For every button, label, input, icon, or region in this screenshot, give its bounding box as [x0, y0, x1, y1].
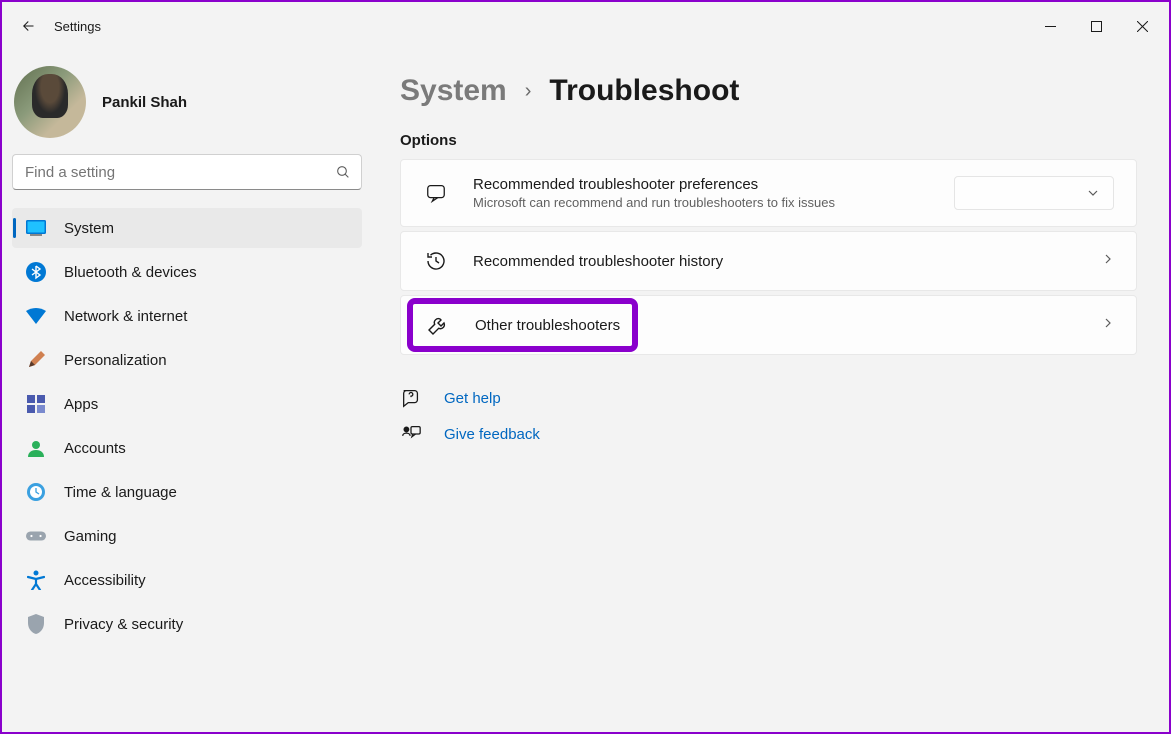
sidebar-item-network[interactable]: Network & internet — [12, 296, 362, 336]
card-title: Recommended troubleshooter history — [473, 253, 1078, 270]
help-icon — [400, 387, 422, 409]
breadcrumb-parent[interactable]: System — [400, 74, 507, 108]
arrow-left-icon — [17, 17, 35, 35]
sidebar-item-personalization[interactable]: Personalization — [12, 340, 362, 380]
avatar — [14, 66, 86, 138]
system-icon — [26, 218, 46, 238]
window-controls — [1027, 10, 1165, 42]
sidebar-item-privacy[interactable]: Privacy & security — [12, 604, 362, 644]
main-content: System › Troubleshoot Options Recommende… — [372, 50, 1169, 732]
card-title: Recommended troubleshooter preferences — [473, 176, 930, 193]
chevron-down-icon — [1087, 187, 1099, 199]
chevron-right-icon — [1102, 316, 1114, 334]
chevron-right-icon — [1102, 252, 1114, 270]
privacy-icon — [26, 614, 46, 634]
search-box[interactable] — [12, 154, 362, 190]
apps-icon — [26, 394, 46, 414]
sidebar-item-label: Privacy & security — [64, 616, 183, 633]
maximize-button[interactable] — [1073, 10, 1119, 42]
wrench-icon — [425, 312, 451, 338]
back-button[interactable] — [6, 6, 46, 46]
sidebar-item-label: Personalization — [64, 352, 167, 369]
help-links: Get help Give feedback — [400, 387, 1137, 445]
card-row-other-troubleshooters[interactable]: Other troubleshooters — [401, 296, 1136, 354]
sidebar-item-label: Time & language — [64, 484, 177, 501]
gaming-icon — [26, 526, 46, 546]
user-name: Pankil Shah — [102, 94, 187, 111]
section-label: Options — [400, 132, 1137, 149]
search-input[interactable] — [25, 164, 335, 181]
sidebar-item-accounts[interactable]: Accounts — [12, 428, 362, 468]
user-block[interactable]: Pankil Shah — [10, 58, 364, 150]
sidebar-item-label: Accessibility — [64, 572, 146, 589]
card-recommended-prefs: Recommended troubleshooter preferences M… — [400, 159, 1137, 227]
breadcrumb-current: Troubleshoot — [549, 74, 739, 108]
card-other-troubleshooters: Other troubleshooters — [400, 295, 1137, 355]
personalization-icon — [26, 350, 46, 370]
sidebar-item-label: Accounts — [64, 440, 126, 457]
link-label: Get help — [444, 390, 501, 407]
sidebar-item-time[interactable]: Time & language — [12, 472, 362, 512]
history-icon — [423, 248, 449, 274]
breadcrumb: System › Troubleshoot — [400, 74, 1137, 108]
bluetooth-icon — [26, 262, 46, 282]
sidebar-item-label: Apps — [64, 396, 98, 413]
recommended-prefs-dropdown[interactable] — [954, 176, 1114, 210]
app-title: Settings — [54, 19, 101, 34]
get-help-link[interactable]: Get help — [400, 387, 1137, 409]
sidebar: Pankil Shah System Bluetooth & devices N… — [2, 50, 372, 732]
time-icon — [26, 482, 46, 502]
accounts-icon — [26, 438, 46, 458]
sidebar-item-accessibility[interactable]: Accessibility — [12, 560, 362, 600]
sidebar-item-label: Gaming — [64, 528, 117, 545]
chevron-right-icon: › — [525, 80, 532, 103]
close-button[interactable] — [1119, 10, 1165, 42]
accessibility-icon — [26, 570, 46, 590]
network-icon — [26, 306, 46, 326]
sidebar-nav: System Bluetooth & devices Network & int… — [10, 208, 364, 644]
minimize-button[interactable] — [1027, 10, 1073, 42]
sidebar-item-system[interactable]: System — [12, 208, 362, 248]
search-icon — [335, 164, 351, 180]
sidebar-item-bluetooth[interactable]: Bluetooth & devices — [12, 252, 362, 292]
sidebar-item-apps[interactable]: Apps — [12, 384, 362, 424]
sidebar-item-label: Network & internet — [64, 308, 187, 325]
give-feedback-link[interactable]: Give feedback — [400, 423, 1137, 445]
card-history: Recommended troubleshooter history — [400, 231, 1137, 291]
sidebar-item-gaming[interactable]: Gaming — [12, 516, 362, 556]
feedback-icon — [400, 423, 422, 445]
sidebar-item-label: System — [64, 220, 114, 237]
card-row-recommended-prefs[interactable]: Recommended troubleshooter preferences M… — [401, 160, 1136, 226]
link-label: Give feedback — [444, 426, 540, 443]
card-title: Other troubleshooters — [475, 317, 620, 334]
sidebar-item-label: Bluetooth & devices — [64, 264, 197, 281]
chat-icon — [423, 180, 449, 206]
card-subtitle: Microsoft can recommend and run troubles… — [473, 195, 930, 210]
card-row-history[interactable]: Recommended troubleshooter history — [401, 232, 1136, 290]
title-bar: Settings — [2, 2, 1169, 50]
